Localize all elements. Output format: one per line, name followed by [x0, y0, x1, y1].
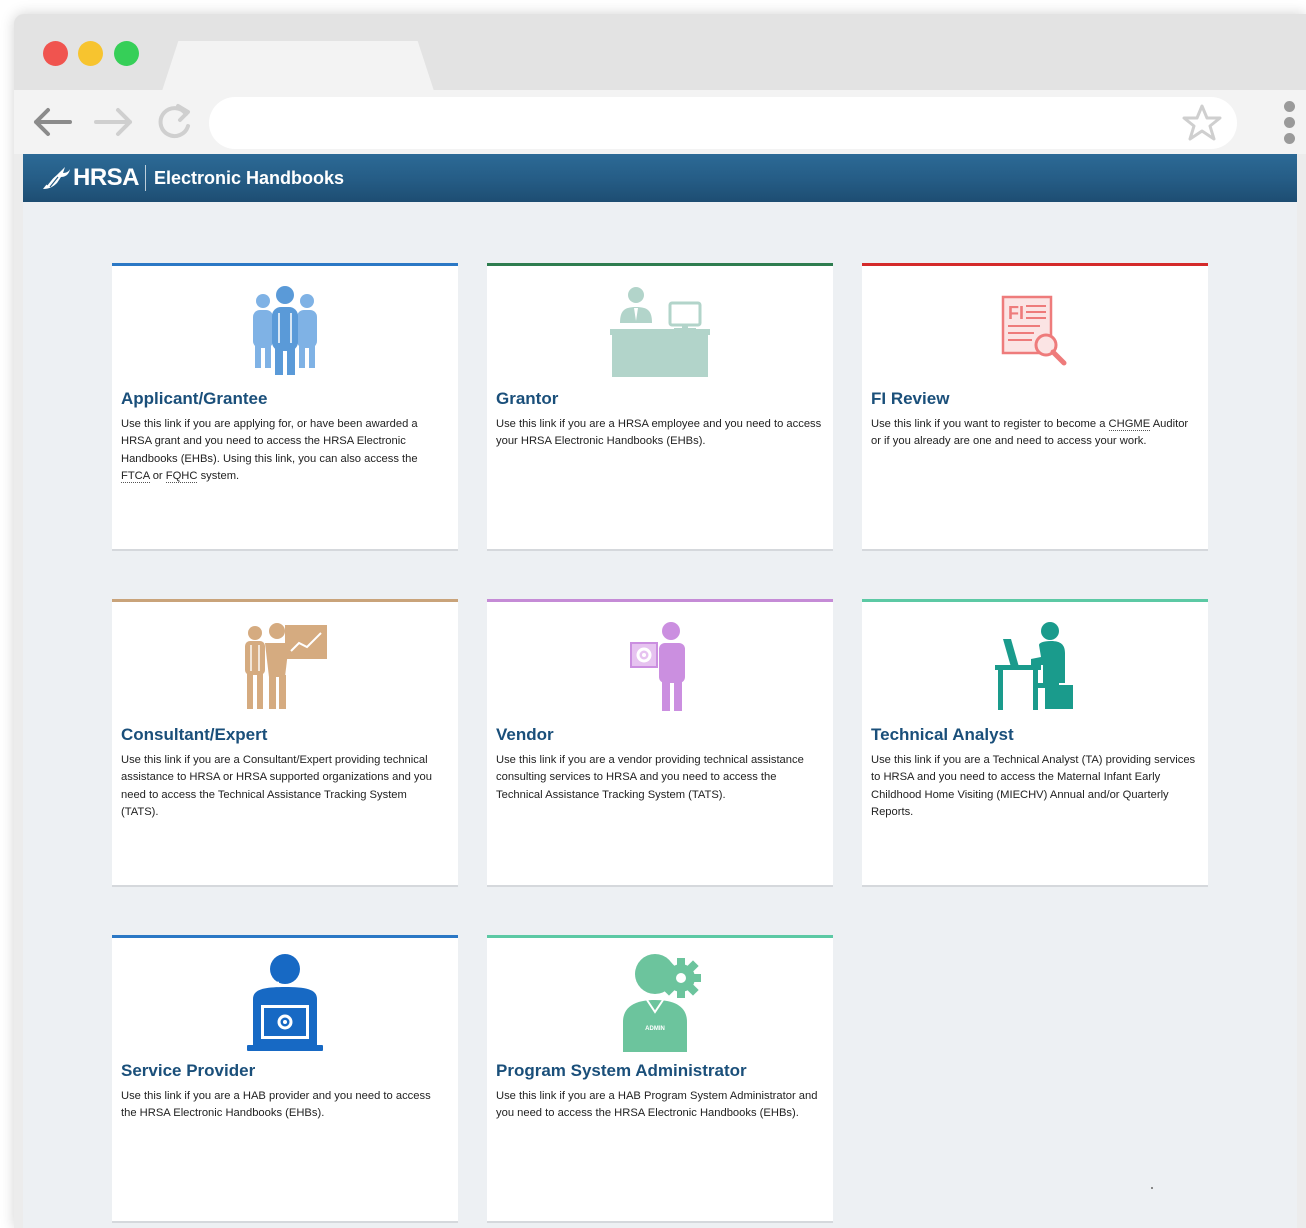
- description-text: system.: [197, 469, 240, 482]
- card-title: Applicant/Grantee: [121, 389, 268, 408]
- card-description: Use this link if you are a Technical Ana…: [871, 754, 1196, 818]
- card-consultant-expert[interactable]: Consultant/Expert Use this link if you a…: [112, 599, 458, 885]
- description-text: Use this link if you want to register to…: [871, 418, 1109, 430]
- svg-text:FI: FI: [1008, 303, 1024, 323]
- card-grantor[interactable]: Grantor Use this link if you are a HRSA …: [487, 263, 833, 549]
- card-title: FI Review: [871, 389, 950, 408]
- employee-desk-icon: [487, 280, 833, 382]
- card-service-provider[interactable]: Service Provider Use this link if you ar…: [112, 935, 458, 1221]
- card-description: Use this link if you want to register to…: [871, 416, 1197, 451]
- close-window-button[interactable]: [43, 41, 68, 66]
- card-description: Use this link if you are a HRSA employee…: [496, 418, 822, 448]
- analyst-computer-icon: [862, 616, 1208, 718]
- reload-icon: [158, 104, 190, 139]
- card-title: Service Provider: [121, 1061, 256, 1080]
- admin-gear-icon: ADMIN: [487, 952, 833, 1054]
- card-title: Consultant/Expert: [121, 725, 268, 744]
- header-divider: [145, 165, 147, 191]
- app-title: Electronic Handbooks: [154, 167, 345, 188]
- card-applicant-grantee[interactable]: Applicant/Grantee Use this link if you a…: [112, 263, 458, 549]
- card-technical-analyst[interactable]: Technical Analyst Use this link if you a…: [862, 599, 1208, 885]
- address-bar[interactable]: [209, 97, 1237, 149]
- card-title: Grantor: [496, 389, 559, 408]
- card-program-system-administrator[interactable]: ADMIN Program System Administrator Use t…: [487, 935, 833, 1221]
- card-description: Use this link if you are applying for, o…: [121, 416, 447, 485]
- admin-label: ADMIN: [645, 1026, 665, 1032]
- title-bar: [14, 14, 1306, 91]
- browser-window: HRSA Electronic Handbooks Applicant/Gran…: [14, 14, 1306, 1228]
- description-text: Use this link if you are applying for, o…: [121, 418, 418, 465]
- card-fi-review[interactable]: FI FI Review Use this link if you want t…: [862, 263, 1208, 549]
- fqhc-link[interactable]: FQHC: [165, 469, 198, 483]
- card-title: Technical Analyst: [871, 725, 1014, 744]
- card-title: Program System Administrator: [496, 1061, 747, 1080]
- hrsa-brand: HRSA: [73, 164, 140, 191]
- document-search-icon: FI: [862, 280, 1208, 382]
- minimize-window-button[interactable]: [78, 41, 103, 66]
- chgme-link[interactable]: CHGME: [1108, 418, 1151, 431]
- reload-button[interactable]: [152, 104, 196, 140]
- people-group-icon: [112, 280, 458, 382]
- service-provider-laptop-icon: [112, 952, 458, 1054]
- page-viewport: HRSA Electronic Handbooks Applicant/Gran…: [23, 154, 1297, 1228]
- back-button[interactable]: [30, 104, 74, 140]
- arrow-left-icon: [34, 108, 72, 136]
- card-vendor[interactable]: Vendor Use this link if you are a vendor…: [487, 599, 833, 885]
- ftca-link[interactable]: FTCA: [121, 469, 150, 483]
- browser-toolbar: [14, 90, 1306, 154]
- forward-button[interactable]: [92, 104, 136, 140]
- hhs-eagle-icon: [43, 167, 70, 189]
- card-description: Use this link if you are a HAB Program S…: [496, 1090, 818, 1120]
- maximize-window-button[interactable]: [114, 41, 139, 66]
- more-menu-icon[interactable]: [1278, 98, 1300, 148]
- arrow-right-icon: [94, 108, 132, 136]
- stray-dot: [1151, 1187, 1153, 1189]
- vendor-gear-icon: [487, 616, 833, 718]
- card-title: Vendor: [496, 725, 554, 744]
- ehb-header: HRSA Electronic Handbooks: [23, 154, 1297, 202]
- hrsa-logo[interactable]: HRSA Electronic Handbooks: [23, 154, 344, 202]
- bookmark-star-icon[interactable]: [1181, 103, 1223, 143]
- card-description: Use this link if you are a HAB provider …: [121, 1090, 431, 1120]
- card-description: Use this link if you are a vendor provid…: [496, 754, 804, 801]
- browser-tab[interactable]: [162, 41, 434, 91]
- description-text: or: [149, 469, 166, 482]
- card-description: Use this link if you are a Consultant/Ex…: [121, 754, 432, 818]
- presenter-board-icon: [112, 616, 458, 718]
